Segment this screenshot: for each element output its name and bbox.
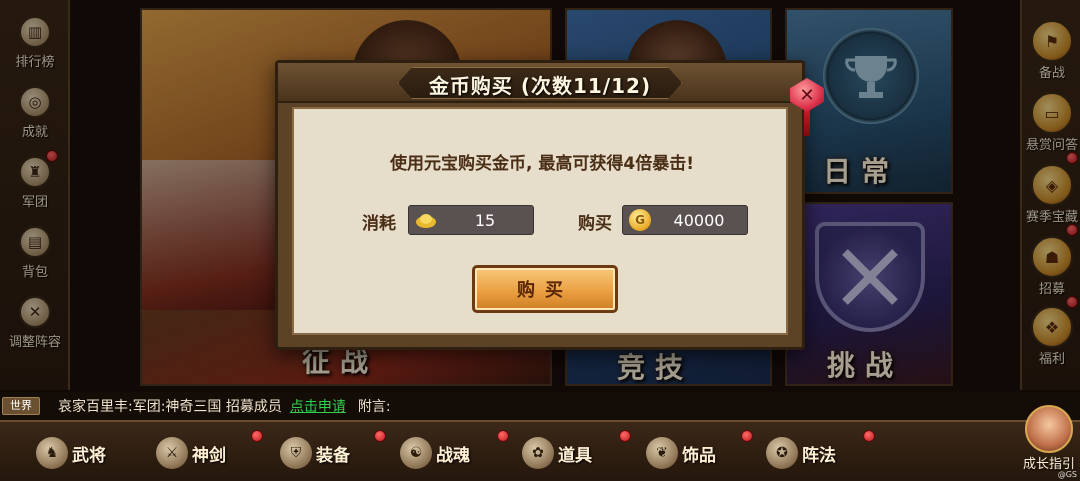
nav-accessories[interactable]: ❦ 饰品 xyxy=(646,436,716,470)
notification-dot xyxy=(251,430,263,442)
cost-value: 15 xyxy=(474,210,496,230)
guide-avatar xyxy=(1025,405,1073,453)
nav-label: 装备 xyxy=(316,445,350,466)
nav-formation[interactable]: ✪ 阵法 xyxy=(766,436,836,470)
chat-bar[interactable]: 世界 哀家百里丰:军团:神奇三国 招募成员 点击申请 附言: xyxy=(0,392,1080,420)
chat-apply-link[interactable]: 点击申请 xyxy=(290,396,346,416)
dialog-body: 使用元宝购买金币, 最高可获得4倍暴击! 消耗 15 购买 G 40000 购买 xyxy=(292,107,788,335)
gold-purchase-dialog: 金币购买 (次数11/12) 使用元宝购买金币, 最高可获得4倍暴击! 消耗 1… xyxy=(275,60,805,350)
accessory-icon: ❦ xyxy=(646,437,678,469)
buy-amount-label: 购买 xyxy=(578,214,612,234)
chat-note: 附言: xyxy=(357,399,391,415)
notification-dot xyxy=(497,430,509,442)
dialog-title: 金币购买 (次数11/12) xyxy=(428,74,652,98)
nav-generals[interactable]: ♞ 武将 xyxy=(36,436,106,470)
notification-dot xyxy=(863,430,875,442)
bottom-nav: ♞ 武将 ⚔ 神剑 ⛨ 装备 ☯ 战魂 ✿ 道具 ❦ 饰品 ✪ 阵法 xyxy=(0,420,1080,481)
ingot-icon xyxy=(415,209,437,231)
buy-button[interactable]: 购买 xyxy=(472,265,618,313)
nav-items[interactable]: ✿ 道具 xyxy=(522,436,592,470)
sword-icon: ⚔ xyxy=(156,437,188,469)
notification-dot xyxy=(741,430,753,442)
armor-icon: ⛨ xyxy=(280,437,312,469)
notification-dot xyxy=(374,430,386,442)
nav-label: 阵法 xyxy=(802,445,836,466)
nav-divine-sword[interactable]: ⚔ 神剑 xyxy=(156,436,226,470)
cost-label: 消耗 xyxy=(362,214,396,234)
dialog-description: 使用元宝购买金币, 最高可获得4倍暴击! xyxy=(390,154,694,174)
nav-equipment[interactable]: ⛨ 装备 xyxy=(280,436,350,470)
nav-label: 饰品 xyxy=(682,445,716,466)
soul-icon: ☯ xyxy=(400,437,432,469)
chat-channel-badge[interactable]: 世界 xyxy=(2,397,40,415)
nav-label: 道具 xyxy=(558,445,592,466)
item-icon: ✿ xyxy=(522,437,554,469)
notification-dot xyxy=(619,430,631,442)
nav-war-soul[interactable]: ☯ 战魂 xyxy=(400,436,470,470)
nav-label: 神剑 xyxy=(192,445,226,466)
cost-value-box: 15 xyxy=(408,205,534,235)
buy-value: 40000 xyxy=(673,210,725,230)
general-icon: ♞ xyxy=(36,437,68,469)
gold-coin-icon: G xyxy=(629,209,651,231)
close-tassel xyxy=(804,110,810,136)
watermark: @GS xyxy=(1057,470,1077,479)
nav-label: 武将 xyxy=(72,445,106,466)
close-icon: ✕ xyxy=(799,84,815,106)
chat-message: 哀家百里丰:军团:神奇三国 招募成员 xyxy=(58,399,282,415)
buy-value-box: G 40000 xyxy=(622,205,748,235)
formation-icon: ✪ xyxy=(766,437,798,469)
nav-label: 战魂 xyxy=(436,445,470,466)
